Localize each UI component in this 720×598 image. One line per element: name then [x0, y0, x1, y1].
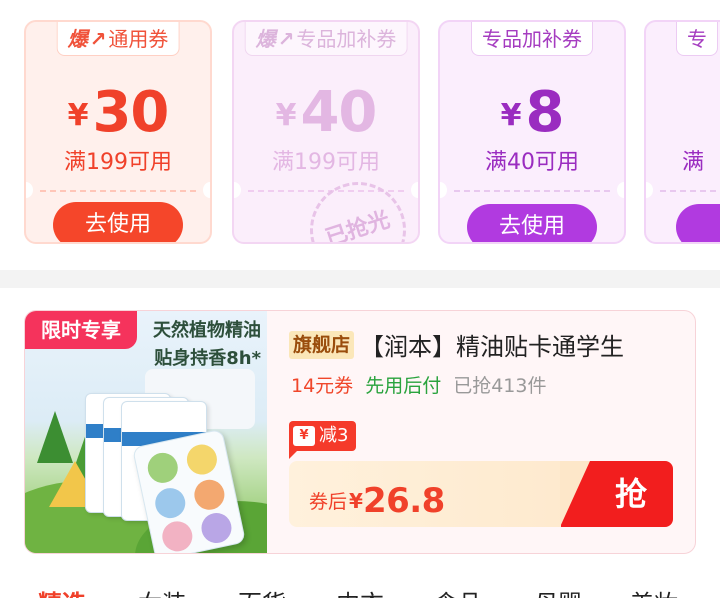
coupon-amount: ¥40 — [234, 80, 418, 145]
currency-symbol: ¥ — [67, 98, 89, 133]
notch-left — [26, 182, 33, 198]
coupon-condition: 满199可用 — [272, 150, 380, 175]
coupon-special[interactable]: 专品加补券 ¥8 满40可用 去使用 — [438, 20, 626, 244]
use-coupon-button[interactable]: 去使用 — [53, 202, 183, 242]
notch-right — [203, 182, 210, 198]
coupon-tag: 爆 ↗ 专品加补券 — [244, 22, 408, 56]
hot-icon: 爆 — [67, 26, 88, 51]
coupon-strip: 爆 ↗ 通用券 ¥30 满199可用 去使用 爆 ↗ 专品加补券 ¥40 满199可… — [0, 0, 720, 270]
coupon-icon: ¥ — [293, 426, 315, 446]
coupon-tag-label: 专品加补券 — [296, 26, 397, 51]
hot-arrow-icon: ↗ — [89, 26, 107, 51]
image-headline-line1: 天然植物精油 — [153, 320, 261, 341]
currency-symbol: ¥ — [275, 98, 297, 133]
divider — [454, 190, 610, 192]
product-section: 限时专享 天然植物精油 贴身持香8h* 旗舰店 【润本】精油贴卡通学生 14元券… — [0, 288, 720, 598]
notch-left — [234, 182, 241, 198]
price-value: 26.8 — [362, 481, 445, 521]
coupon-amount: ¥8 — [440, 80, 624, 145]
product-title[interactable]: 【润本】精油贴卡通学生 — [360, 327, 624, 359]
image-headline-line2: 贴身持香8h* — [154, 348, 261, 369]
coupon-info: 14元券 — [291, 375, 354, 397]
coupon-condition: 满 — [682, 150, 705, 175]
price-currency: ¥ — [349, 489, 363, 513]
product-meta: 14元券 先用后付 已抢413件 — [291, 371, 546, 398]
coupon-tag: 专 — [676, 22, 718, 56]
divider — [660, 190, 720, 192]
section-divider — [0, 270, 720, 288]
hot-icon: 爆 — [255, 26, 276, 51]
pay-later-label: 先用后付 — [365, 375, 442, 397]
coupon-tag-label: 专品加补券 — [482, 26, 582, 51]
coupon-tag: 爆 ↗ 通用券 — [56, 22, 180, 56]
currency-symbol: ¥ — [500, 98, 522, 133]
use-coupon-button[interactable] — [676, 204, 720, 242]
discount-label: 减3 — [319, 425, 349, 446]
coupon-value: 8 — [525, 80, 564, 145]
coupon-value: 40 — [300, 80, 377, 145]
tab-womens[interactable]: 女装 — [138, 584, 186, 598]
after-coupon-price: 券后 ¥26.8 — [309, 481, 445, 521]
product-card[interactable]: 限时专享 天然植物精油 贴身持香8h* 旗舰店 【润本】精油贴卡通学生 14元券… — [24, 310, 696, 554]
tab-baby[interactable]: 母婴 — [534, 584, 582, 598]
limited-offer-tag: 限时专享 — [25, 311, 137, 349]
coupon-tag-label: 通用券 — [108, 26, 169, 51]
coupon-amount: ¥30 — [26, 80, 210, 145]
image-headline: 天然植物精油 贴身持香8h* — [129, 317, 261, 373]
title-row: 旗舰店 【润本】精油贴卡通学生 — [289, 327, 685, 359]
divider — [40, 190, 196, 192]
product-info: 旗舰店 【润本】精油贴卡通学生 14元券 先用后付 已抢413件 ¥ 减3 券后 ¥26… — [289, 311, 695, 553]
tree-icon — [37, 411, 73, 463]
use-coupon-button[interactable]: 去使用 — [467, 204, 597, 242]
coupon-partial[interactable]: 专 满 — [644, 20, 720, 244]
product-image[interactable]: 限时专享 天然植物精油 贴身持香8h* — [25, 311, 267, 553]
coupon-tag: 专品加补券 — [471, 22, 593, 56]
coupon-value: 30 — [92, 80, 169, 145]
tab-beauty[interactable]: 美妆 — [630, 584, 678, 598]
category-tabs: 精选 女装 百货 内衣 食品 母婴 美妆 — [0, 578, 720, 598]
notch-right — [411, 182, 418, 198]
coupon-condition: 满40可用 — [485, 150, 579, 175]
coupon-general[interactable]: 爆 ↗ 通用券 ¥30 满199可用 去使用 — [24, 20, 212, 244]
grab-button[interactable]: 抢 — [560, 461, 673, 527]
notch-right — [617, 182, 624, 198]
coupon-condition: 满199可用 — [64, 150, 172, 175]
flagship-store-badge: 旗舰店 — [289, 330, 355, 359]
coupon-special-soldout: 爆 ↗ 专品加补券 ¥40 满199可用 已抢光 — [232, 20, 420, 244]
price-bar[interactable]: 券后 ¥26.8 抢 — [289, 461, 673, 527]
discount-badge: ¥ 减3 — [289, 421, 357, 459]
notch-left — [646, 182, 653, 198]
notch-left — [440, 182, 447, 198]
tab-food[interactable]: 食品 — [434, 584, 482, 598]
price-prefix: 券后 — [309, 491, 348, 513]
hot-arrow-icon: ↗ — [277, 26, 295, 51]
tab-general-goods[interactable]: 百货 — [238, 584, 286, 598]
sold-out-stamp: 已抢光 — [297, 169, 418, 242]
coupon-tag-label: 专 — [687, 26, 707, 51]
sold-count: 已抢413件 — [453, 375, 547, 397]
tab-underwear[interactable]: 内衣 — [336, 584, 384, 598]
tab-featured[interactable]: 精选 — [38, 584, 86, 598]
